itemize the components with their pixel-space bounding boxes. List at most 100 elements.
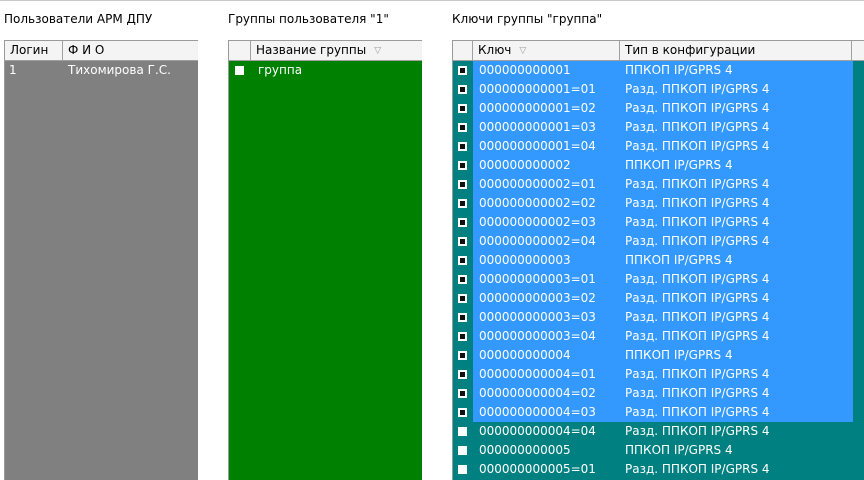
- checkbox-icon[interactable]: [458, 180, 467, 189]
- checkbox-icon[interactable]: [458, 313, 467, 322]
- cell-key: 000000000001=04: [479, 139, 596, 153]
- checkbox-icon[interactable]: [458, 446, 467, 455]
- cell-type: Разд. ППКОП IP/GPRS 4: [625, 367, 770, 381]
- checkbox-icon[interactable]: [458, 389, 467, 398]
- table-row[interactable]: 000000000002=03 Разд. ППКОП IP/GPRS 4: [453, 213, 864, 232]
- table-row[interactable]: 000000000003=02 Разд. ППКОП IP/GPRS 4: [453, 289, 864, 308]
- cell-key: 000000000004=01: [479, 367, 596, 381]
- cell-key: 000000000002=04: [479, 234, 596, 248]
- table-row[interactable]: 000000000003=03 Разд. ППКОП IP/GPRS 4: [453, 308, 864, 327]
- column-header-login[interactable]: Логин: [5, 41, 63, 61]
- cell-type: Разд. ППКОП IP/GPRS 4: [625, 215, 770, 229]
- cell-type: ППКОП IP/GPRS 4: [625, 348, 733, 362]
- table-row[interactable]: 000000000004=02 Разд. ППКОП IP/GPRS 4: [453, 384, 864, 403]
- checkbox-icon[interactable]: [458, 408, 467, 417]
- cell-type: ППКОП IP/GPRS 4: [625, 63, 733, 77]
- table-row[interactable]: 000000000004=01 Разд. ППКОП IP/GPRS 4: [453, 365, 864, 384]
- check-mark-icon: [460, 239, 465, 244]
- cell-type: Разд. ППКОП IP/GPRS 4: [625, 329, 770, 343]
- cell-key: 000000000002=01: [479, 177, 596, 191]
- cell-key: 000000000003=01: [479, 272, 596, 286]
- table-row[interactable]: 000000000002=01 Разд. ППКОП IP/GPRS 4: [453, 175, 864, 194]
- checkbox-icon[interactable]: [458, 465, 467, 474]
- checkbox-icon[interactable]: [458, 351, 467, 360]
- checkbox-icon[interactable]: [458, 294, 467, 303]
- column-header-fio-label: Ф И О: [68, 43, 105, 57]
- table-row[interactable]: 000000000005 ППКОП IP/GPRS 4: [453, 441, 864, 460]
- table-row[interactable]: 000000000003=04 Разд. ППКОП IP/GPRS 4: [453, 327, 864, 346]
- checkbox-icon[interactable]: [458, 256, 467, 265]
- table-row[interactable]: 000000000005=01 Разд. ППКОП IP/GPRS 4: [453, 460, 864, 479]
- column-header-key[interactable]: Ключ ▽: [473, 41, 620, 61]
- check-mark-icon: [460, 68, 465, 73]
- column-header-type[interactable]: Тип в конфигурации: [620, 41, 852, 61]
- cell-key: 000000000001=01: [479, 82, 596, 96]
- column-header-check[interactable]: [229, 41, 251, 61]
- cell-type: Разд. ППКОП IP/GPRS 4: [625, 139, 770, 153]
- sort-triangle-icon[interactable]: ▽: [519, 42, 526, 60]
- keys-panel-title: Ключи группы "группа": [452, 12, 603, 26]
- keys-grid[interactable]: Ключ ▽ Тип в конфигурации 000000000001 ППК…: [452, 40, 864, 480]
- table-row[interactable]: 000000000001=01 Разд. ППКОП IP/GPRS 4: [453, 80, 864, 99]
- check-mark-icon: [460, 125, 465, 130]
- table-row[interactable]: 000000000001=03 Разд. ППКОП IP/GPRS 4: [453, 118, 864, 137]
- users-grid-body[interactable]: 1 Тихомирова Г.С.: [5, 61, 198, 480]
- table-row[interactable]: 000000000001=02 Разд. ППКОП IP/GPRS 4: [453, 99, 864, 118]
- check-mark-icon: [460, 220, 465, 225]
- cell-key: 000000000004=02: [479, 386, 596, 400]
- cell-type: Разд. ППКОП IP/GPRS 4: [625, 462, 770, 476]
- checkbox-icon[interactable]: [458, 427, 467, 436]
- cell-type: Разд. ППКОП IP/GPRS 4: [625, 386, 770, 400]
- checkbox-icon[interactable]: [458, 85, 467, 94]
- top-divider: [0, 0, 864, 1]
- groups-grid-body[interactable]: группа: [229, 61, 422, 480]
- checkbox-icon[interactable]: [458, 275, 467, 284]
- cell-key: 000000000004=04: [479, 424, 596, 438]
- groups-grid[interactable]: Название группы ▽ группа: [228, 40, 422, 480]
- check-mark-icon: [460, 277, 465, 282]
- checkbox-icon[interactable]: [458, 104, 467, 113]
- table-row[interactable]: группа: [229, 61, 422, 80]
- column-header-group-name[interactable]: Название группы ▽: [251, 41, 422, 61]
- check-mark-icon: [460, 391, 465, 396]
- table-row[interactable]: 000000000004=04 Разд. ППКОП IP/GPRS 4: [453, 422, 864, 441]
- cell-type: Разд. ППКОП IP/GPRS 4: [625, 291, 770, 305]
- keys-grid-body[interactable]: 000000000001 ППКОП IP/GPRS 4 000000000001=…: [453, 61, 864, 480]
- check-mark-icon: [460, 144, 465, 149]
- cell-type: Разд. ППКОП IP/GPRS 4: [625, 82, 770, 96]
- column-header-check[interactable]: [453, 41, 473, 61]
- check-mark-icon: [460, 372, 465, 377]
- check-mark-icon: [460, 201, 465, 206]
- cell-type: Разд. ППКОП IP/GPRS 4: [625, 177, 770, 191]
- checkbox-icon[interactable]: [458, 123, 467, 132]
- checkbox-icon[interactable]: [458, 218, 467, 227]
- checkbox-icon[interactable]: [235, 66, 244, 75]
- cell-key: 000000000005=01: [479, 462, 596, 476]
- table-row[interactable]: 000000000001 ППКОП IP/GPRS 4: [453, 61, 864, 80]
- sort-triangle-icon[interactable]: ▽: [374, 42, 381, 60]
- checkbox-icon[interactable]: [458, 370, 467, 379]
- checkbox-icon[interactable]: [458, 66, 467, 75]
- check-mark-icon: [460, 315, 465, 320]
- table-row[interactable]: 1 Тихомирова Г.С.: [5, 61, 198, 80]
- column-header-group-name-label: Название группы: [256, 43, 367, 57]
- table-row[interactable]: 000000000003 ППКОП IP/GPRS 4: [453, 251, 864, 270]
- table-row[interactable]: 000000000001=04 Разд. ППКОП IP/GPRS 4: [453, 137, 864, 156]
- checkbox-icon[interactable]: [458, 161, 467, 170]
- checkbox-icon[interactable]: [458, 237, 467, 246]
- table-row[interactable]: 000000000002=02 Разд. ППКОП IP/GPRS 4: [453, 194, 864, 213]
- table-row[interactable]: 000000000004 ППКОП IP/GPRS 4: [453, 346, 864, 365]
- table-row[interactable]: 000000000002 ППКОП IP/GPRS 4: [453, 156, 864, 175]
- table-row[interactable]: 000000000003=01 Разд. ППКОП IP/GPRS 4: [453, 270, 864, 289]
- column-header-fio[interactable]: Ф И О: [63, 41, 198, 61]
- check-mark-icon: [460, 87, 465, 92]
- checkbox-icon[interactable]: [458, 142, 467, 151]
- table-row[interactable]: 000000000002=04 Разд. ППКОП IP/GPRS 4: [453, 232, 864, 251]
- column-header-type-label: Тип в конфигурации: [625, 43, 756, 57]
- check-mark-icon: [460, 182, 465, 187]
- users-grid[interactable]: Логин Ф И О 1 Тихомирова Г.С.: [4, 40, 198, 480]
- cell-key: 000000000002: [479, 158, 571, 172]
- checkbox-icon[interactable]: [458, 332, 467, 341]
- table-row[interactable]: 000000000004=03 Разд. ППКОП IP/GPRS 4: [453, 403, 864, 422]
- checkbox-icon[interactable]: [458, 199, 467, 208]
